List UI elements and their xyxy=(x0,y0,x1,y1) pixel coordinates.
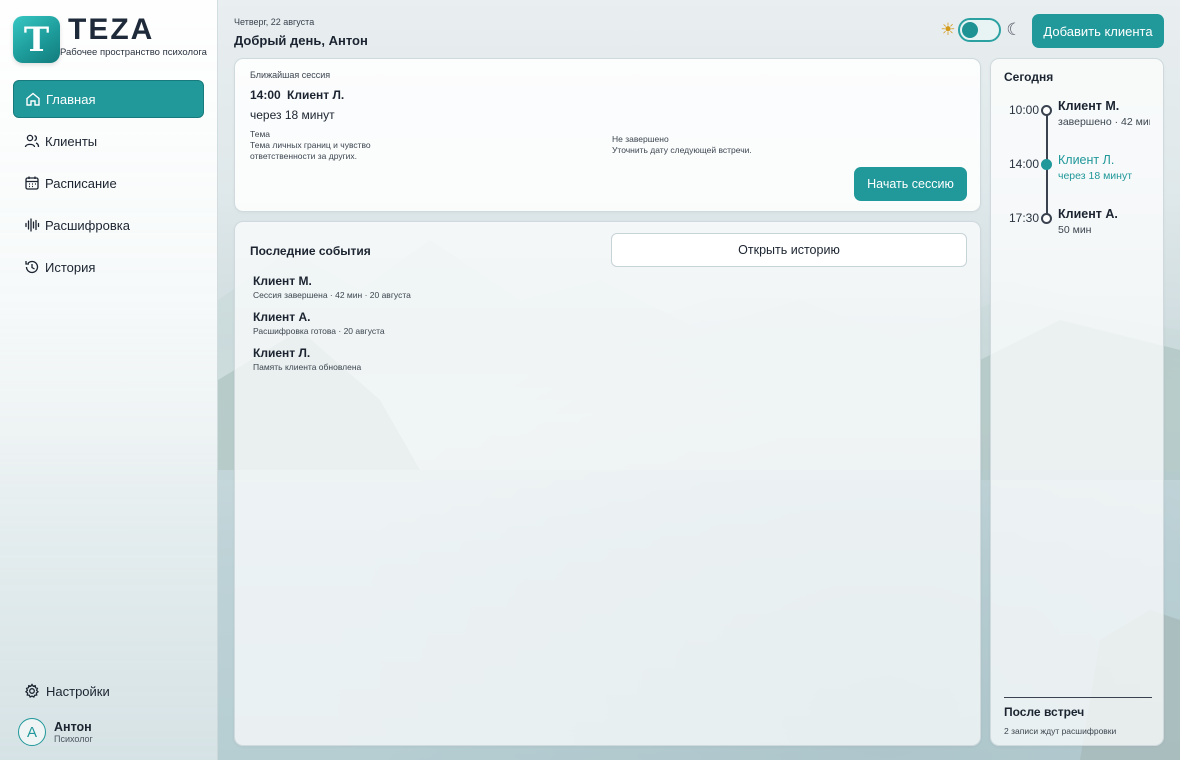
waveform-icon xyxy=(23,216,41,234)
main-nav: Главная Клиенты Расписание Расшифровка И… xyxy=(13,80,204,290)
sidebar: T TEZA Рабочее пространство психолога Гл… xyxy=(0,0,218,760)
list-item[interactable]: Клиент Л. Память клиента обновлена xyxy=(253,346,361,372)
sidebar-item-label: Главная xyxy=(46,91,96,107)
recent-events-card: Последние события Открыть историю Клиент… xyxy=(234,221,981,746)
sidebar-item-label: Расшифровка xyxy=(45,217,130,233)
avatar: А xyxy=(18,718,46,746)
settings-link[interactable]: Настройки xyxy=(23,682,110,700)
event-meta: Память клиента обновлена xyxy=(253,362,362,372)
timeline-dot xyxy=(1041,105,1052,116)
home-icon xyxy=(24,90,42,108)
event-meta: Расшифровка готова · 20 августа xyxy=(253,326,385,336)
status-text: Не завершено xyxy=(612,134,669,144)
event-client: Клиент Л. xyxy=(253,346,311,360)
session-topic: Тема личных границ и чувство ответственн… xyxy=(250,140,371,161)
sun-icon: ☀ xyxy=(940,20,956,39)
timeline-dot xyxy=(1041,159,1052,170)
brand-name: TEZA xyxy=(68,13,155,46)
calendar-icon xyxy=(23,174,41,192)
gear-icon xyxy=(23,682,41,700)
brand[interactable]: T TEZA Рабочее пространство психолога xyxy=(13,13,207,63)
today-panel: Сегодня 10:00 Клиент М. завершено · 42 м… xyxy=(990,58,1164,746)
timeline-status: 50 мин xyxy=(1058,224,1092,236)
theme-switch[interactable] xyxy=(958,18,1001,42)
timeline-time: 10:00 xyxy=(1009,103,1040,117)
after-meetings-title: После встреч xyxy=(1004,705,1085,719)
moon-icon: ☾ xyxy=(1006,20,1022,39)
event-client: Клиент М. xyxy=(253,274,312,288)
timeline-client: Клиент А. xyxy=(1058,207,1118,221)
sidebar-item-label: Клиенты xyxy=(45,133,98,149)
today-title: Сегодня xyxy=(1004,70,1054,84)
brand-logo: T xyxy=(13,16,60,63)
recent-events-title: Последние события xyxy=(250,244,371,258)
sidebar-item-label: История xyxy=(45,259,96,275)
timeline-status: через 18 минут xyxy=(1058,170,1133,182)
open-history-button[interactable]: Открыть историю xyxy=(611,233,967,267)
session-note: Уточнить дату следующей встречи. xyxy=(612,145,752,155)
current-date: Четверг, 22 августа xyxy=(234,17,315,27)
profile-name: Антон xyxy=(54,720,92,734)
timeline-status: завершено · 42 мин xyxy=(1058,116,1150,128)
next-session-label: Ближайшая сессия xyxy=(250,70,331,80)
settings-label: Настройки xyxy=(46,683,110,699)
event-client: Клиент А. xyxy=(253,310,311,324)
session-time: 14:00 xyxy=(250,88,281,102)
divider xyxy=(1004,697,1152,698)
timeline-time: 17:30 xyxy=(1009,211,1040,225)
next-session-card: Ближайшая сессия 14:00 Клиент Л. через 1… xyxy=(234,58,981,212)
timeline-time: 14:00 xyxy=(1009,157,1040,171)
history-icon xyxy=(23,258,41,276)
switch-knob xyxy=(962,22,978,38)
brand-subtitle: Рабочее пространство психолога xyxy=(60,47,207,58)
users-icon xyxy=(23,132,41,150)
sidebar-item-history[interactable]: История xyxy=(13,248,204,286)
session-client[interactable]: Клиент Л. xyxy=(287,88,344,102)
timeline-client: Клиент Л. xyxy=(1058,153,1115,167)
timeline-dot xyxy=(1041,213,1052,224)
sidebar-item-clients[interactable]: Клиенты xyxy=(13,122,204,160)
list-item[interactable]: Клиент М. Сессия завершена · 42 мин · 20… xyxy=(253,274,411,300)
topic-label: Тема xyxy=(250,129,271,139)
user-profile[interactable]: А Антон Психолог xyxy=(18,718,93,746)
sidebar-item-schedule[interactable]: Расписание xyxy=(13,164,204,202)
theme-toggle[interactable]: ☀ ☾ xyxy=(938,18,1024,42)
profile-role: Психолог xyxy=(54,734,93,744)
add-client-button[interactable]: Добавить клиента xyxy=(1032,14,1164,48)
sidebar-item-transcription[interactable]: Расшифровка xyxy=(13,206,204,244)
session-countdown: через 18 минут xyxy=(250,108,335,122)
sidebar-item-home[interactable]: Главная xyxy=(13,80,204,118)
timeline-item[interactable]: 10:00 Клиент М. завершено · 42 мин xyxy=(991,99,1165,143)
sidebar-item-label: Расписание xyxy=(45,175,117,191)
greeting: Добрый день, Антон xyxy=(234,33,368,48)
timeline-client: Клиент М. xyxy=(1058,99,1120,113)
event-meta: Сессия завершена · 42 мин · 20 августа xyxy=(253,290,411,300)
timeline-item[interactable]: 14:00 Клиент Л. через 18 минут xyxy=(991,153,1165,197)
timeline-item[interactable]: 17:30 Клиент А. 50 мин xyxy=(991,207,1165,251)
list-item[interactable]: Клиент А. Расшифровка готова · 20 август… xyxy=(253,310,385,336)
start-session-button[interactable]: Начать сессию xyxy=(854,167,967,201)
after-meetings-status: 2 записи ждут расшифровки xyxy=(1004,726,1117,736)
